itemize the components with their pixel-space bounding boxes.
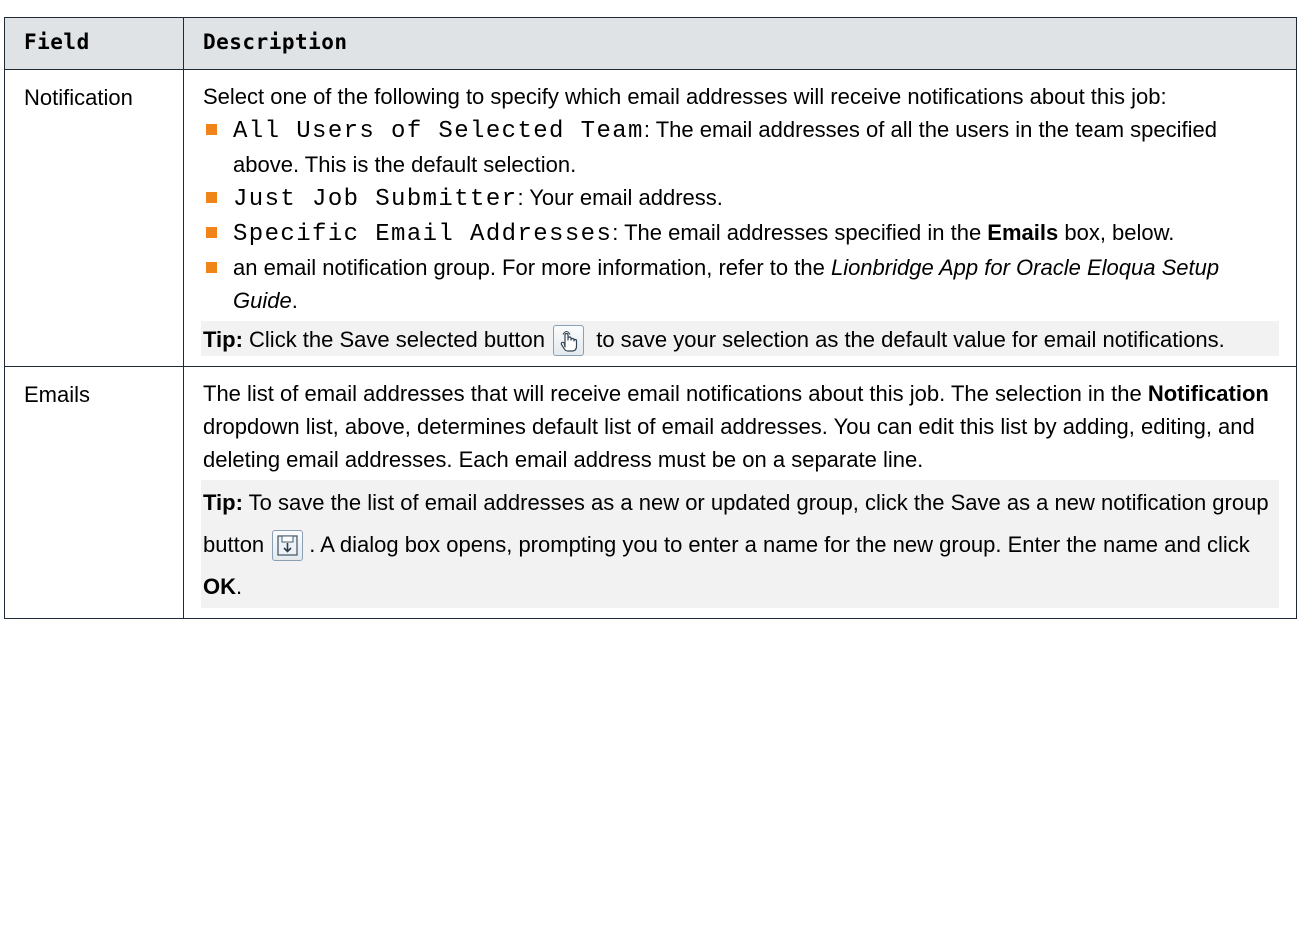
option-name: Specific Email Addresses xyxy=(233,221,613,248)
option-name: All Users of Selected Team xyxy=(233,118,644,145)
table-row-emails: Emails The list of email addresses that … xyxy=(4,366,1297,619)
option-text: an email notification group. For more in… xyxy=(233,255,831,280)
table-header-row: Field Description xyxy=(4,17,1297,70)
list-item: All Users of Selected Team: The email ad… xyxy=(203,113,1277,181)
tip-text-middle: . A dialog box opens, prompting you to e… xyxy=(309,532,1250,557)
list-item: Just Job Submitter: Your email address. xyxy=(203,181,1277,216)
option-text: : Your email address. xyxy=(517,185,723,210)
field-description: The list of email addresses that will re… xyxy=(183,366,1297,619)
hand-pointer-icon xyxy=(553,325,585,356)
ok-label: OK xyxy=(203,574,236,599)
description-column-header: Description xyxy=(183,17,1297,70)
field-column-header: Field xyxy=(4,17,184,70)
field-description: Select one of the following to specify w… xyxy=(183,69,1297,367)
table-row-notification: Notification Select one of the following… xyxy=(4,69,1297,367)
field-description-table: Field Description Notification Select on… xyxy=(4,17,1297,619)
option-text: : The email addresses specified in the xyxy=(612,220,988,245)
description-text: The list of email addresses that will re… xyxy=(203,381,1148,406)
option-text-after: box, below. xyxy=(1058,220,1175,245)
tip-text-after: to save your selection as the default va… xyxy=(590,327,1225,352)
field-name: Notification xyxy=(4,69,184,367)
option-bold-text: Emails xyxy=(987,220,1059,245)
option-text-after: . xyxy=(291,288,298,313)
save-group-icon xyxy=(272,530,304,561)
notification-options-list: All Users of Selected Team : The email ad… xyxy=(203,113,1277,317)
tip-text: Click the Save selected button xyxy=(242,327,552,352)
tip-box: Tip: Click the Save selected button to s… xyxy=(201,321,1279,356)
option-name: Just Job Submitter xyxy=(233,186,518,213)
description-bold-text: Notification xyxy=(1147,381,1269,406)
field-name: Emails xyxy=(4,366,184,619)
tip-text-end: . xyxy=(236,574,243,599)
description-text-after: dropdown list, above, determines default… xyxy=(203,414,1255,472)
tip-label: Tip: xyxy=(203,490,243,515)
emails-description: The list of email addresses that will re… xyxy=(203,377,1277,476)
tip-label: Tip: xyxy=(203,327,243,352)
tip-box: Tip: To save the list of email addresses… xyxy=(201,480,1279,608)
notification-intro: Select one of the following to specify w… xyxy=(203,84,1167,109)
list-item: an email notification group. For more in… xyxy=(203,251,1277,317)
list-item: Specific Email Addresses: The email addr… xyxy=(203,216,1277,251)
